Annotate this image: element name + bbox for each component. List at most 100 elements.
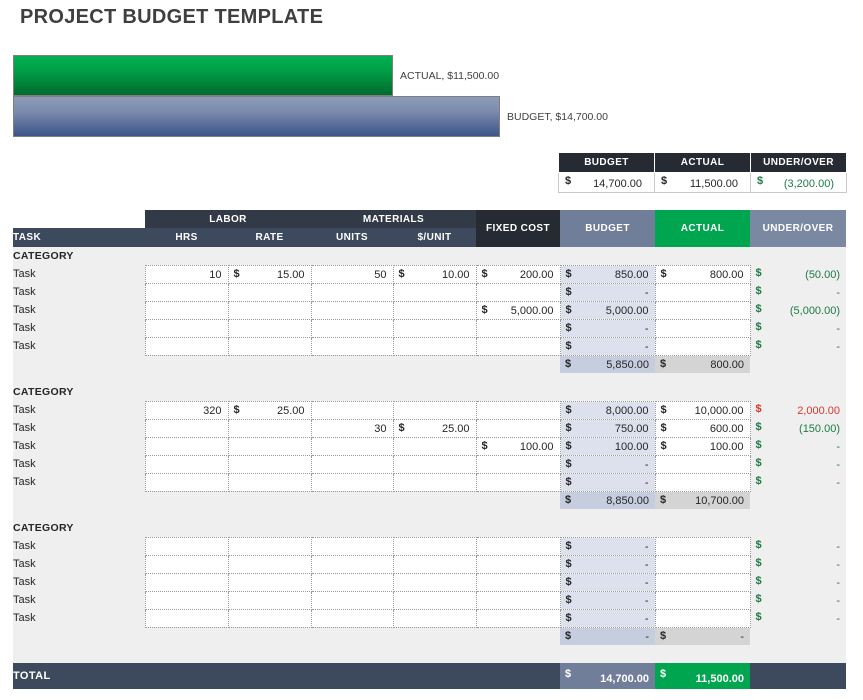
cell-unit-price[interactable]	[392, 454, 477, 474]
task-label[interactable]: Task	[13, 283, 145, 301]
cell-unit-price[interactable]	[392, 536, 477, 556]
cell-unit-price[interactable]	[392, 300, 477, 320]
cell-fixed-cost[interactable]	[475, 608, 561, 628]
cell-hrs[interactable]	[144, 436, 229, 456]
cell-fixed-cost[interactable]	[475, 282, 561, 302]
cell-units[interactable]	[310, 454, 394, 474]
cell-rate[interactable]	[227, 554, 312, 574]
cell-hrs[interactable]	[144, 590, 229, 610]
cell-fixed-cost[interactable]: $5,000.00	[475, 300, 561, 320]
cell-units[interactable]	[310, 336, 394, 356]
cell-units[interactable]	[310, 536, 394, 556]
cell-units[interactable]	[310, 608, 394, 628]
cell-hrs[interactable]	[144, 300, 229, 320]
cell-unit-price[interactable]	[392, 472, 477, 492]
cell-fixed-cost[interactable]	[475, 590, 561, 610]
task-label[interactable]: Task	[13, 591, 145, 609]
cell-unit-price[interactable]	[392, 554, 477, 574]
cell-units[interactable]	[310, 318, 394, 338]
cell-hrs[interactable]	[144, 472, 229, 492]
cell-hrs[interactable]	[144, 418, 229, 438]
cell-units[interactable]	[310, 590, 394, 610]
cell-hrs[interactable]	[144, 318, 229, 338]
cell-unit-price[interactable]	[392, 400, 477, 420]
amount: (5,000.00)	[789, 305, 841, 317]
cell-rate[interactable]: $25.00	[227, 400, 312, 420]
cell-rate[interactable]	[227, 536, 312, 556]
cell-hrs[interactable]	[144, 536, 229, 556]
cell-fixed-cost[interactable]	[475, 318, 561, 338]
cell-hrs[interactable]	[144, 608, 229, 628]
cell-units[interactable]	[310, 436, 394, 456]
cell-rate[interactable]	[227, 572, 312, 592]
cell-hrs[interactable]	[144, 554, 229, 574]
cell-units[interactable]	[310, 572, 394, 592]
subtotal-actual: $800.00	[655, 355, 751, 373]
currency-symbol: $	[755, 303, 762, 315]
cell-fixed-cost[interactable]	[475, 454, 561, 474]
cell-units[interactable]	[310, 300, 394, 320]
cell-rate[interactable]	[227, 608, 312, 628]
task-label[interactable]: Task	[13, 419, 145, 437]
cell-units[interactable]	[310, 400, 394, 420]
cell-fixed-cost[interactable]: $100.00	[475, 436, 561, 456]
section-spacer	[13, 509, 847, 519]
cell-unit-price[interactable]	[392, 282, 477, 302]
cell-units[interactable]	[310, 282, 394, 302]
cell-hrs[interactable]	[144, 282, 229, 302]
cell-hrs[interactable]: 320	[144, 400, 229, 420]
cell-hrs[interactable]	[144, 572, 229, 592]
cell-fixed-cost[interactable]: $200.00	[475, 264, 561, 284]
task-label[interactable]: Task	[13, 609, 145, 627]
cell-rate[interactable]	[227, 590, 312, 610]
cell-rate[interactable]	[227, 454, 312, 474]
cell-fixed-cost[interactable]	[475, 336, 561, 356]
cell-units[interactable]	[310, 554, 394, 574]
subtotal-under-over	[750, 355, 847, 373]
cell-fixed-cost[interactable]	[475, 536, 561, 556]
amount: -	[644, 613, 649, 625]
task-label[interactable]: Task	[13, 301, 145, 319]
cell-unit-price[interactable]	[392, 318, 477, 338]
cell-unit-price[interactable]	[392, 608, 477, 628]
cell-units[interactable]	[310, 472, 394, 492]
cell-unit-price[interactable]	[392, 436, 477, 456]
cell-fixed-cost[interactable]	[475, 554, 561, 574]
cell-units[interactable]: 50	[310, 264, 394, 284]
category-label: CATEGORY	[13, 383, 847, 401]
cell-fixed-cost[interactable]	[475, 400, 561, 420]
cell-rate[interactable]	[227, 336, 312, 356]
cell-hrs[interactable]	[144, 336, 229, 356]
cell-hrs[interactable]	[144, 454, 229, 474]
task-label[interactable]: Task	[13, 537, 145, 555]
cell-fixed-cost[interactable]	[475, 572, 561, 592]
cell-rate[interactable]	[227, 318, 312, 338]
cell-fixed-cost[interactable]	[475, 472, 561, 492]
cell-rate[interactable]	[227, 472, 312, 492]
cell-rate[interactable]	[227, 436, 312, 456]
task-label[interactable]: Task	[13, 473, 145, 491]
task-label[interactable]: Task	[13, 337, 145, 355]
cell-rate[interactable]	[227, 282, 312, 302]
currency-symbol: $	[565, 339, 572, 352]
cell-unit-price[interactable]	[392, 572, 477, 592]
cell-rate[interactable]: $15.00	[227, 264, 312, 284]
task-label[interactable]: Task	[13, 437, 145, 455]
task-label[interactable]: Task	[13, 573, 145, 591]
task-label[interactable]: Task	[13, 555, 145, 573]
cell-unit-price[interactable]: $25.00	[392, 418, 477, 438]
task-label[interactable]: Task	[13, 455, 145, 473]
cell-unit-price[interactable]	[392, 336, 477, 356]
cell-budget: $ -	[559, 318, 656, 338]
task-label[interactable]: Task	[13, 265, 145, 283]
cell-fixed-cost[interactable]	[475, 418, 561, 438]
value: 320	[203, 405, 222, 417]
cell-rate[interactable]	[227, 300, 312, 320]
task-label[interactable]: Task	[13, 319, 145, 337]
cell-unit-price[interactable]	[392, 590, 477, 610]
task-label[interactable]: Task	[13, 401, 145, 419]
cell-rate[interactable]	[227, 418, 312, 438]
cell-hrs[interactable]: 10	[144, 264, 229, 284]
cell-unit-price[interactable]: $10.00	[392, 264, 477, 284]
cell-units[interactable]: 30	[310, 418, 394, 438]
